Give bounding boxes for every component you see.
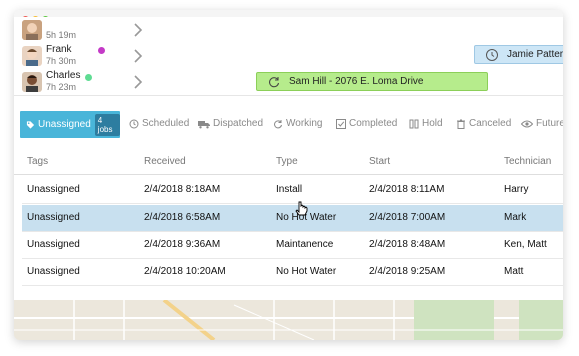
cell-start: 2/4/2018 8:48AM (369, 239, 446, 250)
avatar (22, 46, 42, 66)
technician-name: Charles (46, 70, 81, 81)
cell-start: 2/4/2018 7:00AM (369, 212, 446, 223)
tab-label: Scheduled (142, 118, 190, 129)
table-row[interactable]: Unassigned 2/4/2018 10:20AM No Hot Water… (22, 259, 563, 286)
cell-tags: Unassigned (27, 184, 80, 195)
tab-canceled[interactable]: Canceled (456, 118, 511, 129)
app-window: 5h 19m Frank 7h 30m Jamie Patter Charles… (14, 10, 563, 340)
tab-scheduled[interactable]: Scheduled (129, 118, 189, 129)
map-view[interactable] (14, 300, 563, 340)
column-header-received[interactable]: Received (144, 156, 186, 167)
chevron-right-icon[interactable] (130, 74, 146, 90)
tab-label: Future (536, 118, 563, 129)
cell-start: 2/4/2018 9:25AM (369, 266, 446, 277)
mouse-pointer-icon (295, 201, 308, 216)
column-header-tags[interactable]: Tags (27, 156, 48, 167)
timeline-job-label: Jamie Patter (507, 49, 563, 60)
cell-type: Install (276, 184, 303, 195)
cell-type: Maintanence (276, 239, 334, 250)
technician-name: Frank (46, 44, 72, 55)
cell-received: 2/4/2018 9:36AM (144, 239, 221, 250)
table-row[interactable]: Unassigned 2/4/2018 8:18AM Install 2/4/2… (22, 177, 563, 204)
tab-label: Completed (349, 118, 398, 129)
cell-tags: Unassigned (27, 212, 80, 223)
technician-time: 5h 19m (46, 30, 77, 40)
clock-icon (129, 119, 139, 128)
tag-icon (26, 120, 35, 129)
tab-label: Unassigned (37, 119, 91, 130)
tab-label: Working (286, 118, 323, 129)
tab-completed[interactable]: Completed (336, 118, 397, 129)
cell-type: No Hot Water (276, 266, 337, 277)
cell-technician: Ken, Matt (504, 239, 547, 250)
check-icon (336, 118, 346, 129)
column-header-type[interactable]: Type (276, 156, 298, 167)
tab-label: Canceled (469, 118, 512, 129)
count-badge: 4 jobs (94, 113, 120, 136)
trash-icon (457, 119, 465, 129)
timeline-job-block[interactable]: Jamie Patter (474, 45, 563, 64)
cell-tags: Unassigned (27, 239, 80, 250)
column-header-technician[interactable]: Technician (504, 156, 551, 167)
column-header-start[interactable]: Start (369, 156, 390, 167)
timeline-job-label: Sam Hill - 2076 E. Loma Drive (289, 76, 424, 87)
clock-icon (486, 48, 498, 61)
table-row[interactable]: Unassigned 2/4/2018 9:36AM Maintanence 2… (22, 232, 563, 259)
status-dot (98, 47, 105, 54)
table-row-selected[interactable]: Unassigned 2/4/2018 6:58AM No Hot Water … (22, 205, 563, 232)
technician-time: 7h 30m (46, 56, 77, 66)
cell-received: 2/4/2018 6:58AM (144, 212, 221, 223)
refresh-icon (269, 76, 280, 87)
tab-dispatched[interactable]: Dispatched (198, 118, 263, 129)
status-dot (85, 74, 92, 81)
eye-icon (521, 120, 533, 127)
cell-technician: Mark (504, 212, 527, 223)
truck-icon (198, 120, 210, 128)
cell-received: 2/4/2018 10:20AM (144, 266, 226, 277)
refresh-icon (274, 119, 282, 128)
tab-label: Hold (422, 118, 443, 129)
chevron-right-icon[interactable] (130, 22, 146, 38)
technician-row-charles[interactable]: Charles 7h 23m Sam Hill - 2076 E. Loma D… (14, 69, 563, 96)
map-roads (14, 300, 563, 340)
cell-received: 2/4/2018 8:18AM (144, 184, 221, 195)
pause-icon (409, 119, 419, 128)
avatar (22, 20, 42, 40)
status-filter-bar: Unassigned 4 jobs Scheduled Dispatched W… (14, 111, 563, 139)
tab-future[interactable]: Future (521, 118, 563, 129)
cell-start: 2/4/2018 8:11AM (369, 184, 445, 195)
cell-technician: Harry (504, 184, 529, 195)
avatar (22, 72, 42, 92)
cell-tags: Unassigned (27, 266, 80, 277)
tab-unassigned[interactable]: Unassigned 4 jobs (20, 111, 120, 138)
table-header: Tags Received Type Start Technician (14, 152, 563, 175)
chevron-right-icon[interactable] (130, 48, 146, 64)
technician-time: 7h 23m (46, 82, 77, 92)
cell-technician: Matt (504, 266, 524, 277)
timeline-job-block[interactable]: Sam Hill - 2076 E. Loma Drive (256, 72, 488, 91)
tab-label: Dispatched (213, 118, 264, 129)
technician-row-frank[interactable]: Frank 7h 30m Jamie Patter (14, 43, 563, 70)
tab-hold[interactable]: Hold (409, 118, 443, 129)
technician-row[interactable]: 5h 19m (14, 17, 563, 44)
tab-working[interactable]: Working (273, 118, 323, 129)
